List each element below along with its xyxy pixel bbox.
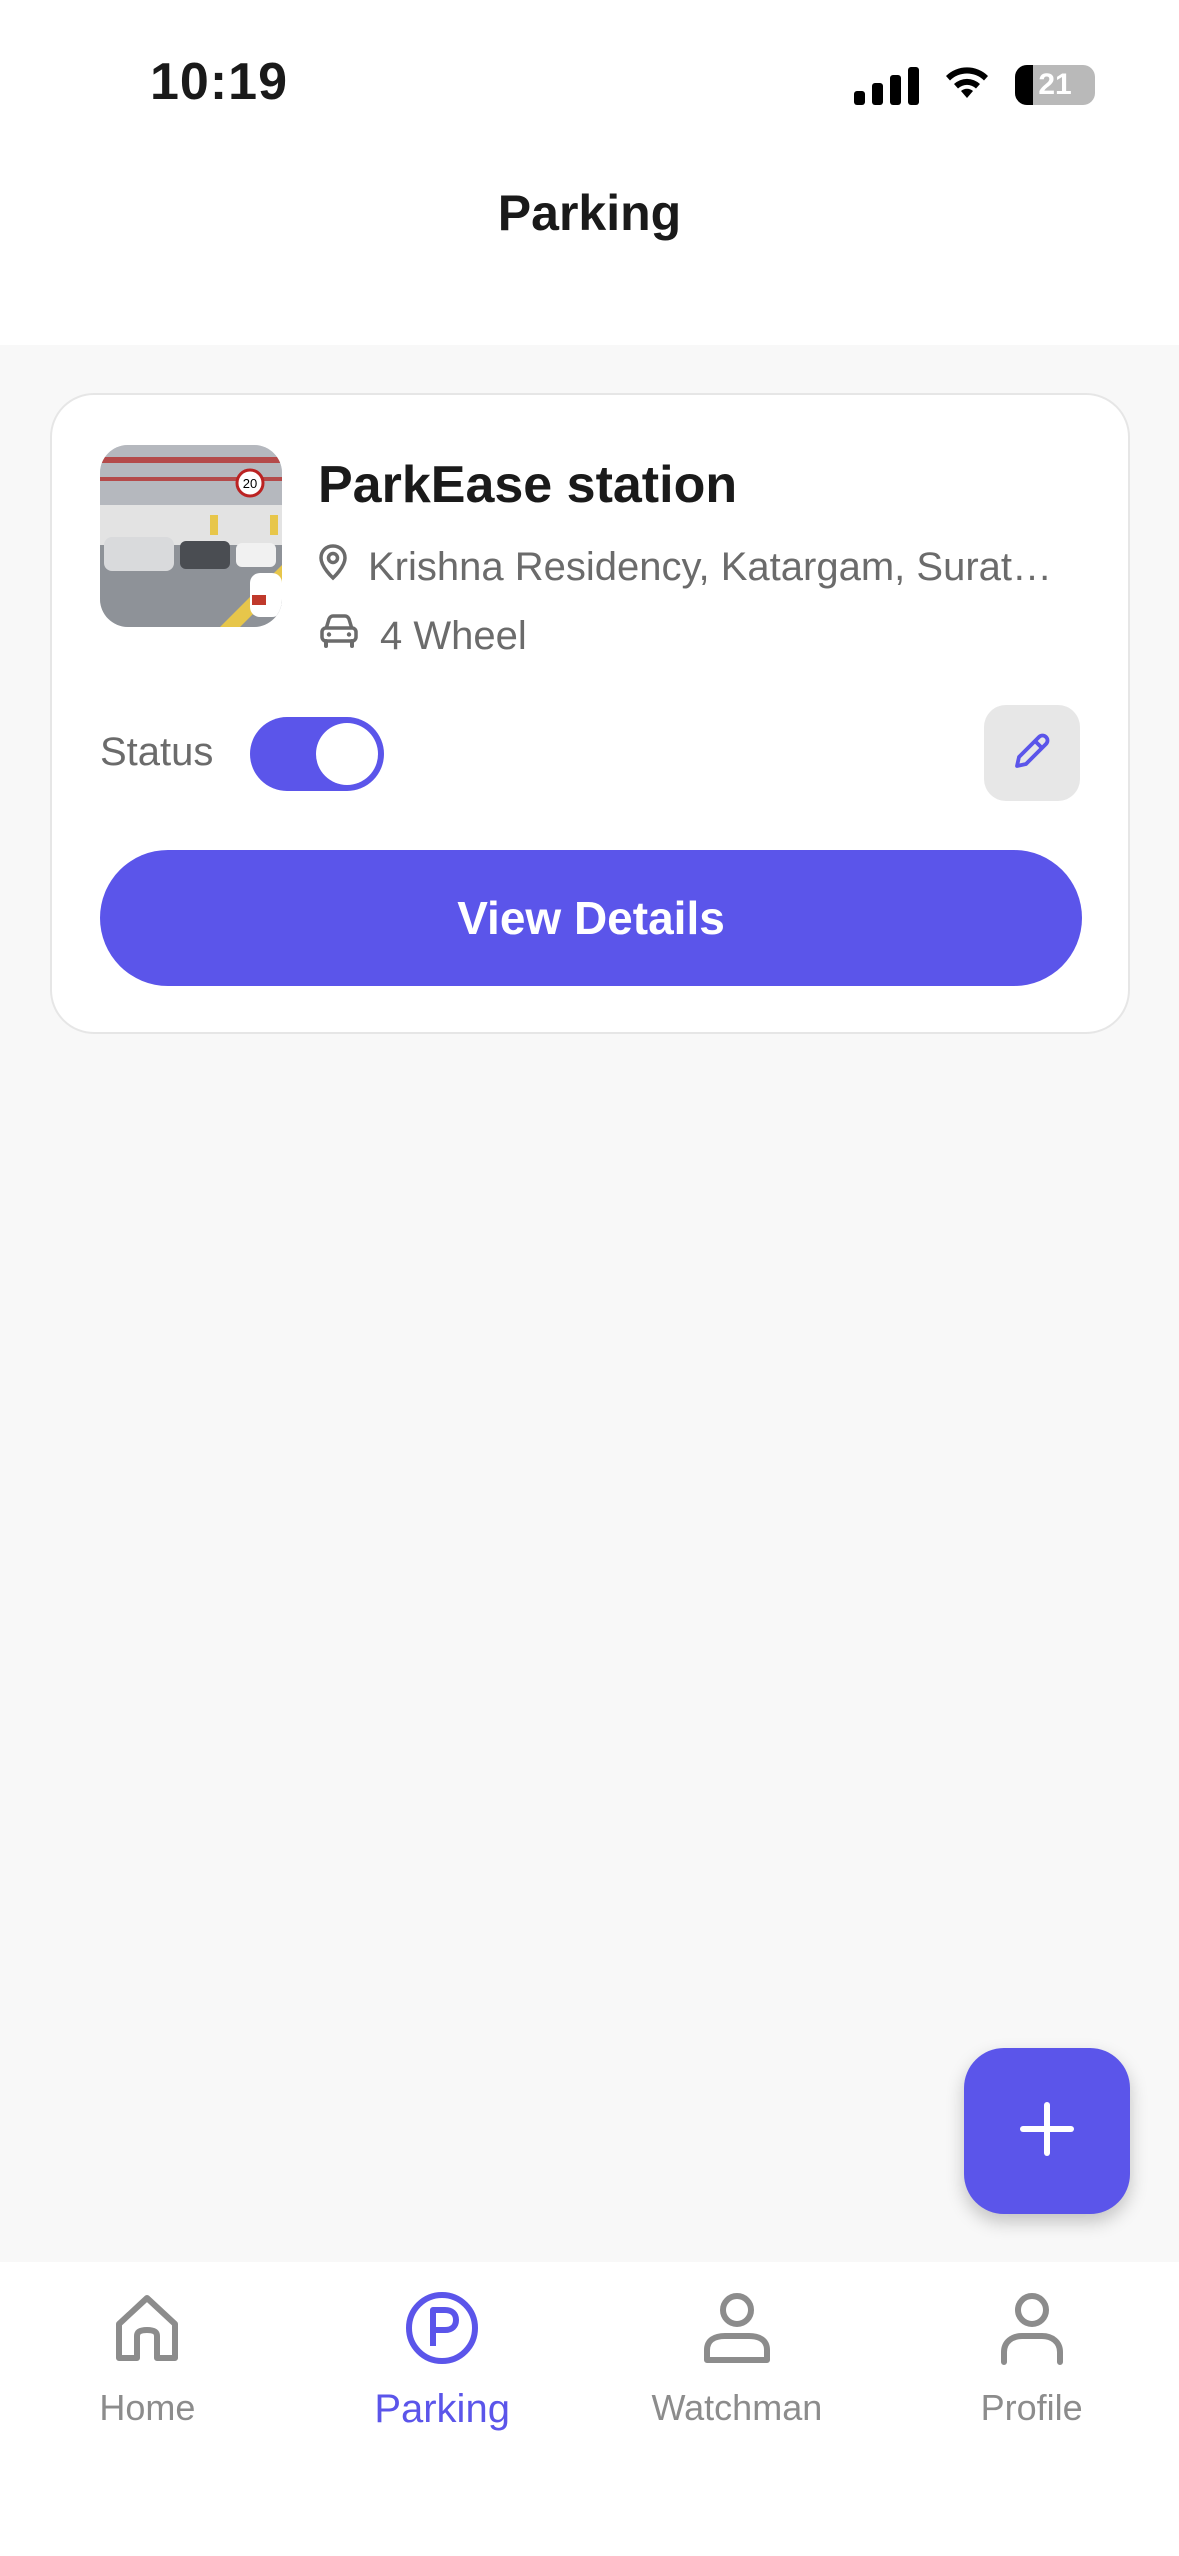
edit-button[interactable] xyxy=(984,705,1080,801)
view-details-button[interactable]: View Details xyxy=(100,850,1082,986)
add-parking-button[interactable] xyxy=(964,2048,1130,2214)
status-label: Status xyxy=(100,730,214,774)
car-icon xyxy=(318,613,360,659)
plus-icon xyxy=(1019,2101,1075,2162)
page-header: Parking xyxy=(0,170,1179,345)
status-icons: 21 xyxy=(854,62,1095,107)
nav-label-profile: Profile xyxy=(980,2387,1083,2428)
nav-item-watchman[interactable]: Watchman xyxy=(590,2262,885,2556)
nav-label-watchman: Watchman xyxy=(651,2387,823,2428)
cellular-signal-icon xyxy=(854,65,919,105)
battery-indicator: 21 xyxy=(1015,64,1095,105)
svg-text:20: 20 xyxy=(243,476,257,491)
parking-card: 20 ParkEase station Krishna Residency, K… xyxy=(50,393,1130,1034)
toggle-knob xyxy=(316,723,378,785)
parking-thumbnail: 20 xyxy=(100,445,282,627)
battery-icon: 21 xyxy=(1015,64,1095,105)
profile-icon xyxy=(992,2288,1072,2373)
watchman-icon xyxy=(697,2288,777,2373)
parking-icon xyxy=(402,2288,482,2373)
battery-level: 21 xyxy=(1038,67,1072,101)
address-row: Krishna Residency, Katargam, Surat, ... xyxy=(318,543,1078,591)
station-address: Krishna Residency, Katargam, Surat, ... xyxy=(368,544,1058,589)
pencil-icon xyxy=(1007,726,1057,781)
status-toggle[interactable] xyxy=(250,717,384,791)
nav-item-parking[interactable]: Parking xyxy=(295,2262,590,2556)
nav-label-home: Home xyxy=(99,2387,196,2428)
station-name: ParkEase station xyxy=(318,456,738,514)
page-title: Parking xyxy=(497,184,682,241)
home-icon xyxy=(107,2288,187,2373)
nav-item-home[interactable]: Home xyxy=(0,2262,295,2556)
vehicle-type-row: 4 Wheel xyxy=(318,613,527,659)
status-time: 10:19 xyxy=(150,53,288,111)
nav-label-parking: Parking xyxy=(374,2387,510,2431)
location-pin-icon xyxy=(318,543,348,591)
vehicle-type: 4 Wheel xyxy=(380,613,527,658)
nav-item-profile[interactable]: Profile xyxy=(884,2262,1179,2556)
wifi-icon xyxy=(941,62,993,107)
bottom-nav: Home Parking Watchman Profile xyxy=(0,2262,1179,2556)
status-bar: 10:19 21 xyxy=(0,0,1179,170)
